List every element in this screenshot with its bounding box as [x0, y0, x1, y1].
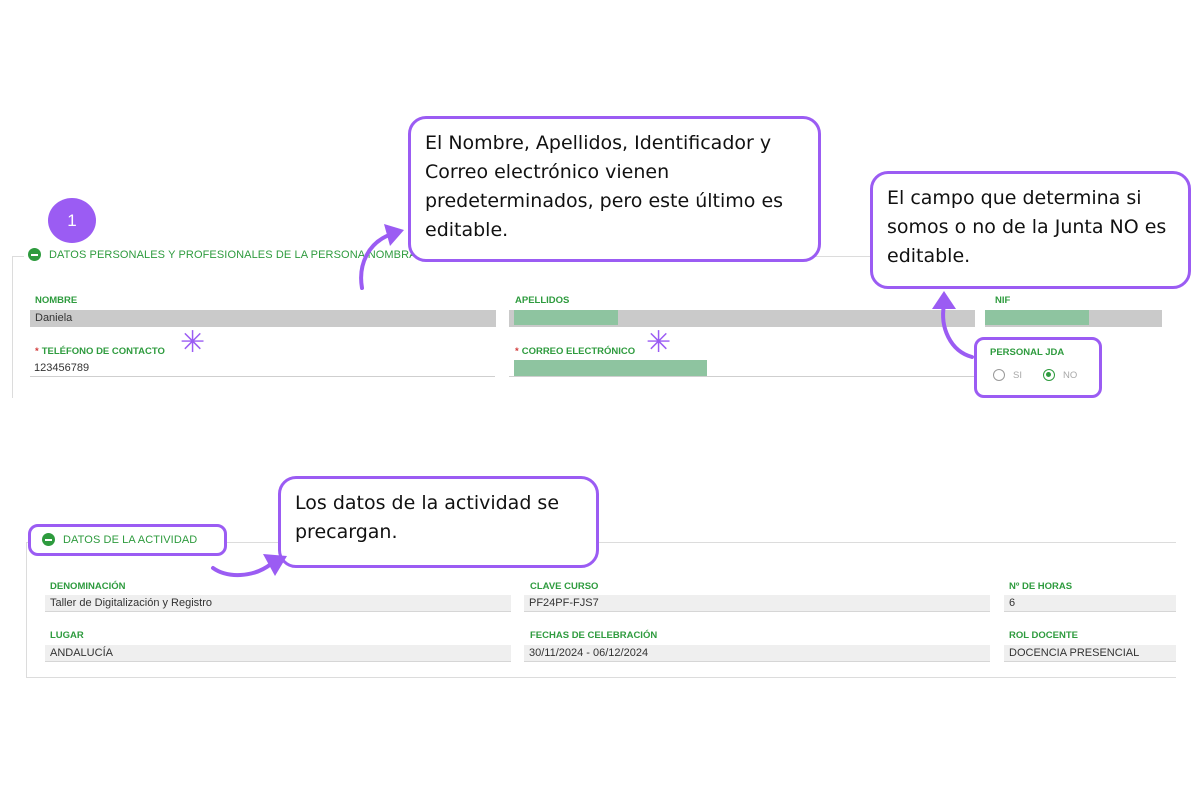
radio-no-label: NO	[1063, 369, 1078, 381]
callout-predeterminados: El Nombre, Apellidos, Identificador y Co…	[408, 116, 821, 262]
curved-arrow-icon	[359, 224, 404, 290]
lugar-label: LUGAR	[50, 630, 84, 641]
collapse-minus-icon[interactable]	[42, 533, 55, 546]
nombre-label: NOMBRE	[35, 295, 78, 306]
telefono-input[interactable]: 123456789	[30, 360, 495, 377]
asterisk-icon: ✳	[646, 325, 672, 360]
horas-label: Nº DE HORAS	[1009, 581, 1073, 592]
required-mark: *	[515, 346, 519, 357]
nif-label: NIF	[995, 295, 1011, 306]
required-mark: *	[35, 346, 39, 357]
clave-curso-field: PF24PF-FJS7	[524, 595, 990, 612]
clave-curso-label: CLAVE CURSO	[530, 581, 599, 592]
radio-si-icon[interactable]	[993, 369, 1005, 381]
apellidos-label: APELLIDOS	[515, 295, 570, 306]
fechas-label: FECHAS DE CELEBRACIÓN	[530, 630, 658, 641]
curved-arrow-icon	[932, 291, 974, 359]
collapse-minus-icon[interactable]	[28, 248, 41, 261]
denominacion-field: Taller de Digitalización y Registro	[45, 595, 511, 612]
radio-si-label: SI	[1013, 369, 1022, 381]
asterisk-icon: ✳	[180, 325, 206, 360]
apellidos-redaction	[514, 310, 618, 325]
fechas-field: 30/11/2024 - 06/12/2024	[524, 645, 990, 662]
correo-redaction	[514, 360, 707, 376]
section2-title: DATOS DE LA ACTIVIDAD	[63, 533, 198, 546]
nombre-field: Daniela	[30, 310, 496, 327]
correo-label: * CORREO ELECTRÓNICO	[515, 346, 636, 357]
nif-redaction	[985, 310, 1089, 325]
rol-docente-label: ROL DOCENTE	[1009, 630, 1078, 641]
radio-no-option[interactable]: NO	[1043, 369, 1077, 381]
step-number-badge: 1	[48, 198, 96, 243]
lugar-field: ANDALUCÍA	[45, 645, 511, 662]
curved-arrow-icon	[211, 554, 287, 578]
personal-jda-label: PERSONAL JDA	[990, 347, 1065, 358]
horas-field: 6	[1004, 595, 1176, 612]
radio-si-option[interactable]: SI	[993, 369, 1022, 381]
callout-actividad: Los datos de la actividad se precargan.	[278, 476, 599, 568]
telefono-label: * TELÉFONO DE CONTACTO	[35, 346, 165, 357]
radio-no-icon[interactable]	[1043, 369, 1055, 381]
rol-docente-field: DOCENCIA PRESENCIAL	[1004, 645, 1176, 662]
denominacion-label: DENOMINACIÓN	[50, 581, 126, 592]
callout-junta: El campo que determina si somos o no de …	[870, 171, 1191, 289]
section2-header[interactable]: DATOS DE LA ACTIVIDAD	[38, 533, 201, 546]
